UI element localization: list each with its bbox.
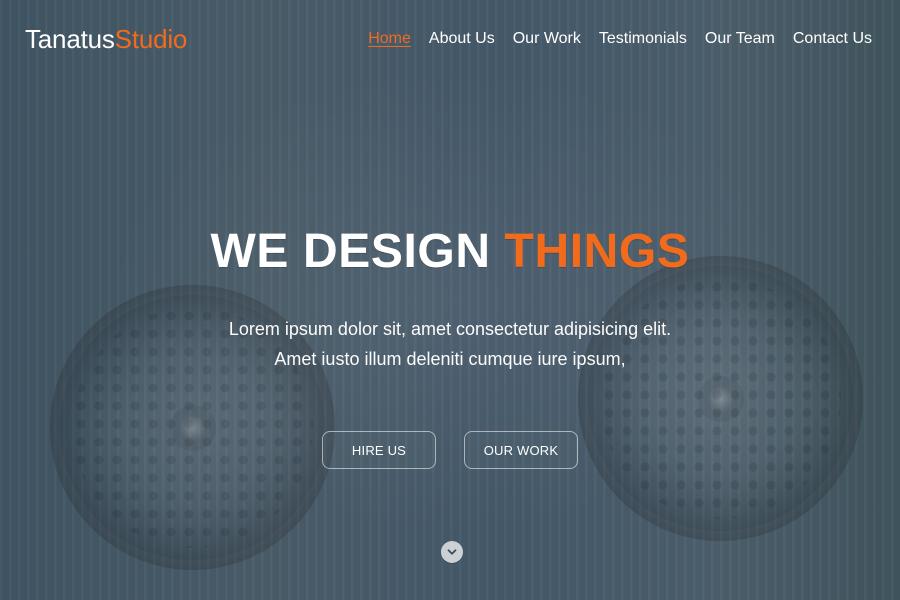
background-texture [0,0,900,600]
brand-text-part-1: Tanatus [25,24,115,54]
hero-headline-accent: THINGS [504,225,690,279]
our-work-button[interactable]: OUR WORK [464,431,578,469]
hero-headline: WE DESIGN THINGS [0,228,900,276]
hero-lead-line-2: Amet iusto illum deleniti cumque iure ip… [274,349,626,369]
main-navigation: Home About Us Our Work Testimonials Our … [368,25,872,53]
hero-section: Tanatus Studio Home About Us Our Work Te… [0,0,900,600]
nav-home[interactable]: Home [368,25,411,53]
nav-our-work[interactable]: Our Work [513,25,581,53]
hero-content: WE DESIGN THINGS Lorem ipsum dolor sit, … [0,0,900,600]
nav-about-us[interactable]: About Us [429,25,495,53]
hire-us-button[interactable]: HIRE US [322,431,436,469]
top-navbar: Tanatus Studio Home About Us Our Work Te… [0,0,900,78]
nav-our-team[interactable]: Our Team [705,25,775,53]
hero-buttons: HIRE US OUR WORK [0,431,900,469]
brand-text-part-2: Studio [114,24,188,54]
hero-lead-line-1: Lorem ipsum dolor sit, amet consectetur … [228,319,672,339]
nav-contact-us[interactable]: Contact Us [793,25,872,53]
hero-lead-text: Lorem ipsum dolor sit, amet consectetur … [0,314,900,374]
nav-testimonials[interactable]: Testimonials [599,25,687,53]
scroll-down-button[interactable] [441,541,463,563]
chevron-down-icon [445,545,459,559]
decorative-knocker-right [578,256,863,541]
hero-headline-prefix: WE DESIGN [210,225,491,279]
brand-logo[interactable]: Tanatus Studio [25,26,187,52]
